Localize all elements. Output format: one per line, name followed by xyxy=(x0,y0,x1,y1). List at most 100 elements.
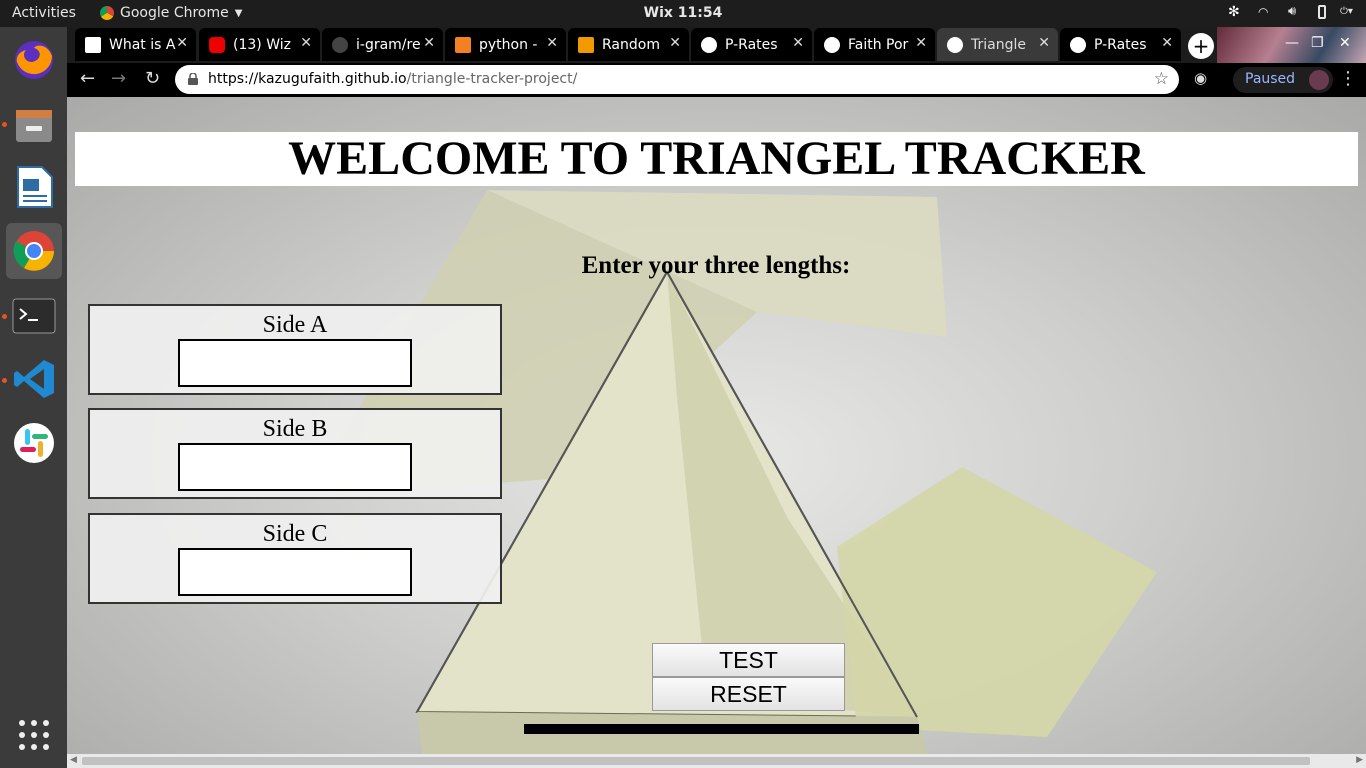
side-a-group: Side A xyxy=(88,304,502,395)
scrollbar-thumb[interactable] xyxy=(82,757,1310,765)
tab-faith-portfolio[interactable]: Faith Por ✕ xyxy=(814,28,935,61)
maximize-icon[interactable]: ❐ xyxy=(1311,35,1324,51)
youtube-icon xyxy=(209,36,225,53)
tab-label: Triangle xyxy=(971,36,1026,53)
kebab-menu-icon[interactable]: ⋮ xyxy=(1339,68,1357,89)
tab-youtube[interactable]: (13) Wiz ✕ xyxy=(199,28,320,61)
tab-label: What is A xyxy=(109,36,176,53)
page-title: WELCOME TO TRIANGEL TRACKER xyxy=(75,132,1358,186)
close-icon[interactable]: ✕ xyxy=(669,35,681,51)
extension-icon[interactable]: ◉ xyxy=(1194,69,1207,87)
vscode-launcher[interactable] xyxy=(6,351,62,407)
side-b-group: Side B xyxy=(88,408,502,499)
firefox-icon xyxy=(15,41,53,79)
chrome-launcher[interactable] xyxy=(6,223,62,279)
tab-label: i-gram/re xyxy=(356,36,421,53)
avatar xyxy=(1309,70,1329,90)
chrome-icon xyxy=(13,231,54,271)
tab-label: Random xyxy=(602,36,660,53)
back-arrow-icon[interactable]: ← xyxy=(80,68,95,89)
horizontal-scrollbar[interactable]: ◀ ▶ xyxy=(67,754,1366,768)
close-icon[interactable]: ✕ xyxy=(1161,35,1173,51)
close-icon[interactable]: ✕ xyxy=(1038,35,1050,51)
side-b-label: Side B xyxy=(262,416,328,442)
scroll-right-icon[interactable]: ▶ xyxy=(1356,755,1363,765)
wifi-icon: ◠ xyxy=(1258,5,1269,19)
tab-what-is[interactable]: What is A ✕ xyxy=(75,28,196,61)
test-button[interactable]: TEST xyxy=(652,643,845,677)
files-launcher[interactable] xyxy=(6,96,62,152)
lock-icon xyxy=(188,73,198,85)
app-name: Google Chrome xyxy=(120,5,229,21)
slack-launcher[interactable] xyxy=(6,415,62,471)
tab-p-rates-1[interactable]: P-Rates ✕ xyxy=(691,28,812,61)
close-icon[interactable]: ✕ xyxy=(176,35,188,51)
side-c-input[interactable] xyxy=(178,548,412,596)
tab-random[interactable]: Random ✕ xyxy=(568,28,689,61)
volume-icon: 🔊︎ xyxy=(1288,4,1297,19)
minimize-icon[interactable]: — xyxy=(1285,35,1299,51)
writer-launcher[interactable] xyxy=(6,159,62,215)
bookmark-star-icon[interactable]: ☆ xyxy=(1154,69,1169,89)
instructions-heading: Enter your three lengths: xyxy=(581,252,851,279)
dock xyxy=(0,27,67,768)
side-a-input[interactable] xyxy=(178,339,412,387)
url-host: https://kazugufaith.github.io xyxy=(208,71,407,87)
profile-button[interactable]: Paused xyxy=(1233,67,1333,93)
side-b-input[interactable] xyxy=(178,443,412,491)
system-tray[interactable]: ✻ ◠ 🔊︎ ⏻▾ xyxy=(1228,4,1356,20)
firefox-launcher[interactable] xyxy=(6,32,62,88)
tab-label: Faith Por xyxy=(848,36,909,53)
side-a-label: Side A xyxy=(262,312,328,338)
side-c-group: Side C xyxy=(88,513,502,604)
result-output xyxy=(524,724,919,734)
globe-icon xyxy=(1070,36,1086,53)
slack-tray-icon[interactable]: ✻ xyxy=(1228,4,1244,20)
tab-strip: What is A ✕ (13) Wiz ✕ i-gram/re ✕ pytho… xyxy=(67,27,1366,63)
terminal-launcher[interactable] xyxy=(6,288,62,344)
tab-label: P-Rates xyxy=(725,36,778,53)
terminal-icon xyxy=(12,298,56,334)
tab-triangle[interactable]: Triangle ✕ xyxy=(937,28,1058,61)
github-icon xyxy=(332,36,348,53)
chevron-down-icon: ▼ xyxy=(234,7,243,19)
activities-button[interactable]: Activities xyxy=(12,5,76,21)
close-icon[interactable]: ✕ xyxy=(423,35,435,51)
globe-icon xyxy=(824,36,840,53)
url-path: /triangle-tracker-project/ xyxy=(406,71,578,87)
side-c-label: Side C xyxy=(262,521,328,547)
close-icon[interactable]: ✕ xyxy=(546,35,558,51)
tab-label: (13) Wiz xyxy=(233,36,291,53)
globe-icon xyxy=(701,36,717,53)
tab-p-rates-2[interactable]: P-Rates ✕ xyxy=(1060,28,1181,61)
close-icon[interactable]: ✕ xyxy=(792,35,804,51)
chart-favicon-icon xyxy=(578,36,594,53)
show-applications-button[interactable] xyxy=(6,707,62,763)
power-menu-icon[interactable]: ⏻▾ xyxy=(1340,4,1356,20)
tab-label: P-Rates xyxy=(1094,36,1147,53)
tab-stackoverflow[interactable]: python - ✕ xyxy=(445,28,566,61)
close-icon[interactable]: ✕ xyxy=(300,35,312,51)
slack-icon xyxy=(14,423,54,463)
close-window-icon[interactable]: ✕ xyxy=(1339,35,1351,51)
app-grid-icon xyxy=(19,720,49,750)
clock[interactable]: Wix 11:54 xyxy=(644,5,723,21)
stackoverflow-icon xyxy=(455,36,471,53)
files-icon xyxy=(16,110,52,142)
vscode-icon xyxy=(14,360,54,398)
page-viewport: WELCOME TO TRIANGEL TRACKER Enter your t… xyxy=(67,97,1366,754)
scroll-left-icon[interactable]: ◀ xyxy=(70,755,77,765)
tab-label: python - xyxy=(479,36,538,53)
tab-github[interactable]: i-gram/re ✕ xyxy=(322,28,443,61)
app-menu[interactable]: Google Chrome ▼ xyxy=(100,5,242,21)
close-icon[interactable]: ✕ xyxy=(915,35,927,51)
browser-toolbar: ← → ↻ https://kazugufaith.github.io/tria… xyxy=(67,63,1366,97)
forward-arrow-icon[interactable]: → xyxy=(111,68,126,89)
reset-button[interactable]: RESET xyxy=(652,677,845,711)
new-tab-button[interactable]: + xyxy=(1188,33,1214,59)
reload-icon[interactable]: ↻ xyxy=(145,68,160,89)
address-bar[interactable]: https://kazugufaith.github.io/triangle-t… xyxy=(175,65,1179,94)
writer-icon xyxy=(17,166,53,208)
system-top-bar: Activities Google Chrome ▼ Wix 11:54 ✻ ◠… xyxy=(0,0,1366,27)
chrome-icon xyxy=(100,6,114,20)
